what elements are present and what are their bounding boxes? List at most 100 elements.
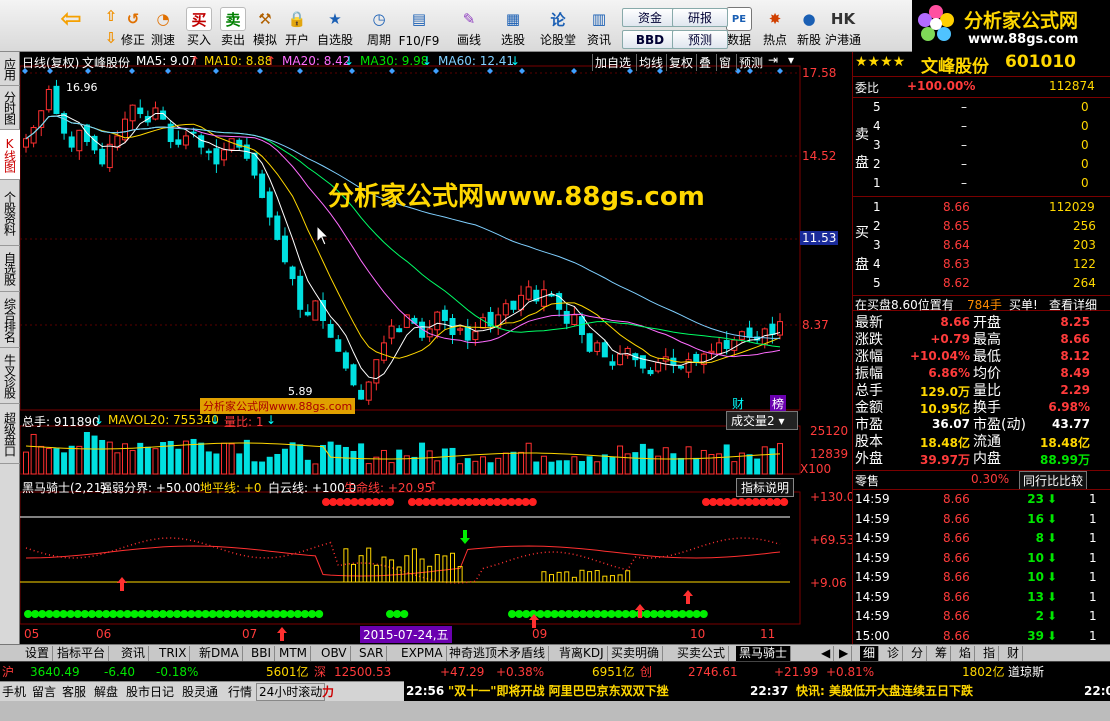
- indicator-tab[interactable]: 背离KDJ: [556, 646, 608, 661]
- candle-body: [213, 148, 220, 165]
- indicator-tab[interactable]: 黑马骑士: [736, 646, 792, 661]
- hk-icon: HK: [830, 10, 856, 28]
- peer-compare-button[interactable]: 同行比比较: [1019, 471, 1088, 490]
- left-tab[interactable]: 牛叉诊股: [0, 348, 20, 404]
- quote-tab[interactable]: 分: [908, 646, 928, 661]
- indicator-tab[interactable]: SAR: [356, 646, 388, 661]
- yaxis-label: 17.58: [802, 66, 837, 80]
- status-item[interactable]: 股市日记: [126, 682, 174, 702]
- f10-button[interactable]: ▤ F10/F9: [399, 4, 440, 50]
- high-price-label: 16.96: [66, 81, 98, 94]
- back-arrow-icon: ⇦: [60, 4, 82, 34]
- forum-button[interactable]: 论论股堂: [539, 4, 577, 50]
- indicator-tab[interactable]: 指标平台: [54, 646, 110, 661]
- status-item[interactable]: 留言: [32, 682, 56, 702]
- index-amount: 1802亿: [962, 665, 1005, 679]
- status-item[interactable]: 手机: [2, 682, 26, 702]
- news-button[interactable]: ▥ 资讯: [580, 4, 618, 50]
- zijin-button[interactable]: 资金: [622, 8, 678, 27]
- quote-tab[interactable]: 指: [980, 646, 1000, 661]
- volume-bar: [99, 439, 106, 475]
- candle-body: [182, 135, 189, 146]
- chart-area[interactable]: 日线(复权) 文峰股份 MA5: 9.07 ↑ MA10: 8.88 ↑ MA2…: [20, 52, 854, 644]
- hk-button[interactable]: HK 沪港通: [824, 4, 862, 50]
- status-item[interactable]: 24小时滚动: [256, 683, 326, 701]
- indicator-tab[interactable]: 新DMA: [196, 646, 243, 661]
- volume-bar: [510, 451, 517, 475]
- indicator-tab[interactable]: 资讯: [118, 646, 150, 661]
- signal-diamond: [257, 68, 263, 74]
- index-value: 3640.49: [30, 665, 80, 679]
- newstock-button[interactable]: ● 新股: [790, 4, 828, 50]
- news-headline[interactable]: "双十一"即将开战 阿里巴巴京东双双下挫: [448, 681, 669, 701]
- yuce-button[interactable]: 预测: [672, 30, 728, 49]
- tick-count: 1: [1089, 492, 1097, 506]
- quote-tab[interactable]: 财: [1004, 646, 1024, 661]
- clock-button[interactable]: ◷ 周期: [360, 4, 398, 50]
- chart-toolbar-button[interactable]: 叠: [696, 54, 713, 71]
- lock-button[interactable]: 🔒 开户: [278, 4, 316, 50]
- sell-label: 卖: [855, 127, 869, 143]
- status-item[interactable]: 解盘: [94, 682, 118, 702]
- status-item[interactable]: 客服: [62, 682, 86, 702]
- quote-tab[interactable]: 诊: [884, 646, 904, 661]
- left-tab[interactable]: 个股资料: [0, 180, 20, 246]
- status-item[interactable]: 行情: [228, 682, 252, 702]
- stat-label: 涨幅: [855, 349, 883, 365]
- left-tab[interactable]: 超级盘口: [0, 404, 20, 464]
- indicator-tab[interactable]: OBV: [318, 646, 351, 661]
- volume-bar: [304, 459, 311, 475]
- chevron-down-icon[interactable]: ▾: [788, 53, 794, 67]
- indicator-tab[interactable]: 买卖明确: [608, 646, 664, 661]
- chart-button[interactable]: ▦ 选股: [494, 4, 532, 50]
- chart-toolbar-button[interactable]: 窗: [716, 54, 733, 71]
- pen-button[interactable]: ✎ 画线: [450, 4, 488, 50]
- tab-scroll-left-icon[interactable]: ◀: [818, 646, 835, 661]
- indicator-tab[interactable]: BBI: [248, 646, 276, 661]
- rank-badge[interactable]: 榜: [770, 395, 787, 412]
- stat-label: 市盈: [855, 417, 883, 433]
- status-item[interactable]: 股灵通: [182, 682, 218, 702]
- ma5-label: MA5: 9.07: [136, 54, 197, 68]
- pin-icon[interactable]: ⇥: [768, 53, 778, 67]
- hot-button[interactable]: ✸ 热点: [756, 4, 794, 50]
- indicator-help-button[interactable]: 指标说明: [736, 478, 795, 497]
- left-tab[interactable]: 综合排名: [0, 292, 20, 348]
- buy-button[interactable]: 买买入: [180, 4, 218, 50]
- quote-tab[interactable]: 焰: [956, 646, 976, 661]
- speed-button[interactable]: ◔ 测速: [144, 4, 182, 50]
- chart-toolbar-button[interactable]: 加自选: [592, 54, 633, 71]
- buy-volume: 264: [1073, 276, 1096, 290]
- left-tab[interactable]: 分时图: [0, 86, 20, 130]
- yanbao-button[interactable]: 研报: [672, 8, 728, 27]
- toolbar-label: 新股: [796, 33, 821, 47]
- chart-toolbar-button[interactable]: 复权: [666, 54, 695, 71]
- left-tab[interactable]: 应用: [0, 52, 20, 86]
- index-change: -6.40: [104, 665, 136, 679]
- bbd-button[interactable]: BBD: [622, 30, 678, 49]
- indicator-tab[interactable]: MTM: [276, 646, 312, 661]
- back-button[interactable]: ⇦: [56, 4, 86, 50]
- ma20-label: MA20: 8.42: [282, 54, 351, 68]
- chart-toolbar-button[interactable]: 均线: [636, 54, 665, 71]
- stat-value: 43.77: [1052, 417, 1090, 431]
- notice-detail-link[interactable]: 查看详细: [1049, 296, 1097, 313]
- flower-logo-icon: [918, 5, 954, 41]
- indicator-tab[interactable]: 设置: [22, 646, 54, 661]
- news-headline[interactable]: 快讯: 美股低开大盘连续五日下跌: [796, 681, 973, 701]
- indicator-tab[interactable]: 神奇逃顶术矛盾线: [446, 646, 550, 661]
- chart-toolbar-button[interactable]: 预测: [736, 54, 765, 71]
- tab-scroll-right-icon[interactable]: ▶: [836, 646, 853, 661]
- quote-tab[interactable]: 筹: [932, 646, 952, 661]
- quote-tab[interactable]: 细: [860, 646, 880, 661]
- indicator-tab[interactable]: 买卖公式: [674, 646, 730, 661]
- star-button[interactable]: ★ 自选股: [316, 4, 354, 50]
- indicator-tab[interactable]: EXPMA: [398, 646, 447, 661]
- indicator-tab[interactable]: TRIX: [156, 646, 191, 661]
- finance-badge[interactable]: 财: [732, 395, 744, 412]
- ma10-up-icon: ↑: [266, 54, 277, 68]
- volume-selector[interactable]: 成交量2 ▾: [726, 411, 798, 430]
- left-tab[interactable]: 自选股: [0, 246, 20, 292]
- left-tab[interactable]: K线图: [0, 130, 20, 180]
- tick-volume: 8: [1035, 531, 1044, 545]
